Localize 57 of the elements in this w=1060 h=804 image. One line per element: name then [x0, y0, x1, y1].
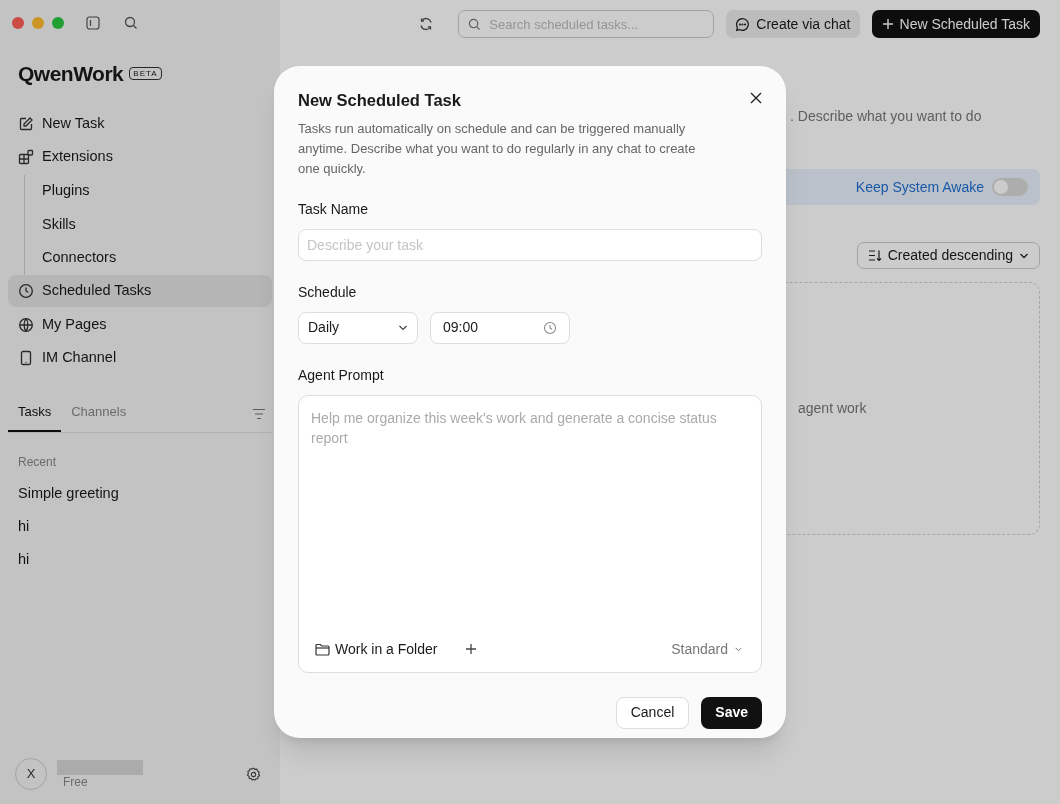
keep-awake-toggle[interactable]: [992, 178, 1028, 196]
settings-icon[interactable]: [246, 766, 261, 782]
blocks-icon: [18, 149, 34, 165]
new-scheduled-task-button[interactable]: New Scheduled Task: [871, 10, 1040, 38]
sidebar-subitem[interactable]: Skills: [42, 208, 272, 242]
create-via-chat-button[interactable]: Create via chat: [726, 10, 860, 38]
prompt-field[interactable]: Help me organize this week's work and generate a concise status report Work in a Folder Standard: [298, 394, 762, 673]
search-icon[interactable]: [124, 16, 138, 30]
dialog-title: New Scheduled Task: [298, 90, 461, 111]
task-name-field[interactable]: Describe your task: [298, 228, 762, 261]
sidebar-tab[interactable]: Tasks: [8, 401, 62, 432]
field-label: Agent Prompt: [298, 365, 385, 385]
globe-icon: [18, 316, 34, 333]
sidebar-toggle-icon[interactable]: [86, 16, 100, 30]
clock-icon: [543, 320, 557, 335]
folder-icon: [315, 642, 330, 656]
field-label: Task Name: [298, 199, 370, 219]
sidebar-item[interactable]: IM Channel: [8, 342, 272, 374]
dialog-description: Tasks run automatically on schedule and can be triggered manually anytime. Describe what you want to do regularly in any chat to create one quickly.: [298, 119, 697, 178]
beta-badge: BETA: [129, 67, 162, 81]
task-item[interactable]: hi: [8, 543, 272, 576]
chat-bubble-icon: [735, 16, 751, 32]
frequency-dropdown[interactable]: Daily: [298, 311, 418, 344]
sort-dropdown[interactable]: Created descending: [856, 242, 1040, 269]
empty-state-text: agent work: [798, 399, 867, 418]
chevron-down-icon: [734, 646, 743, 652]
plan-label: Free: [63, 774, 89, 789]
phone-icon: [18, 350, 34, 366]
close-window-button[interactable]: [12, 17, 24, 29]
save-button[interactable]: Save: [701, 696, 762, 729]
app-logo: QwenWork: [18, 61, 124, 87]
cancel-button[interactable]: Cancel: [615, 696, 690, 729]
edit-icon: [18, 115, 34, 132]
field-label: Schedule: [298, 282, 358, 302]
section-label: Recent: [17, 454, 58, 471]
task-item[interactable]: Simple greeting: [8, 477, 272, 510]
page-description: . Describe what you want to do: [790, 107, 982, 126]
sort-icon: [867, 249, 882, 262]
sidebar-subitem[interactable]: Plugins: [42, 174, 272, 208]
close-icon[interactable]: [750, 92, 762, 104]
chevron-down-icon: [1019, 252, 1029, 259]
plus-icon[interactable]: [465, 643, 478, 656]
work-in-folder-button[interactable]: Work in a Folder: [311, 638, 438, 660]
keep-awake-link[interactable]: Keep System Awake: [855, 176, 984, 198]
plus-icon: [881, 18, 894, 30]
chevron-down-icon: [398, 324, 408, 331]
sidebar-item[interactable]: My Pages: [8, 308, 272, 341]
sidebar-item[interactable]: New Task: [8, 107, 272, 140]
sidebar-subitem[interactable]: Connectors: [42, 241, 272, 275]
sidebar-item[interactable]: Scheduled Tasks: [8, 275, 272, 307]
task-item[interactable]: hi: [8, 510, 272, 543]
clock-icon: [18, 283, 34, 299]
time-field[interactable]: 09:00: [430, 311, 570, 344]
search-icon: [468, 17, 482, 31]
sidebar-item[interactable]: Extensions: [8, 141, 272, 173]
filter-icon[interactable]: [252, 408, 266, 420]
mode-dropdown[interactable]: Standard: [671, 638, 749, 660]
